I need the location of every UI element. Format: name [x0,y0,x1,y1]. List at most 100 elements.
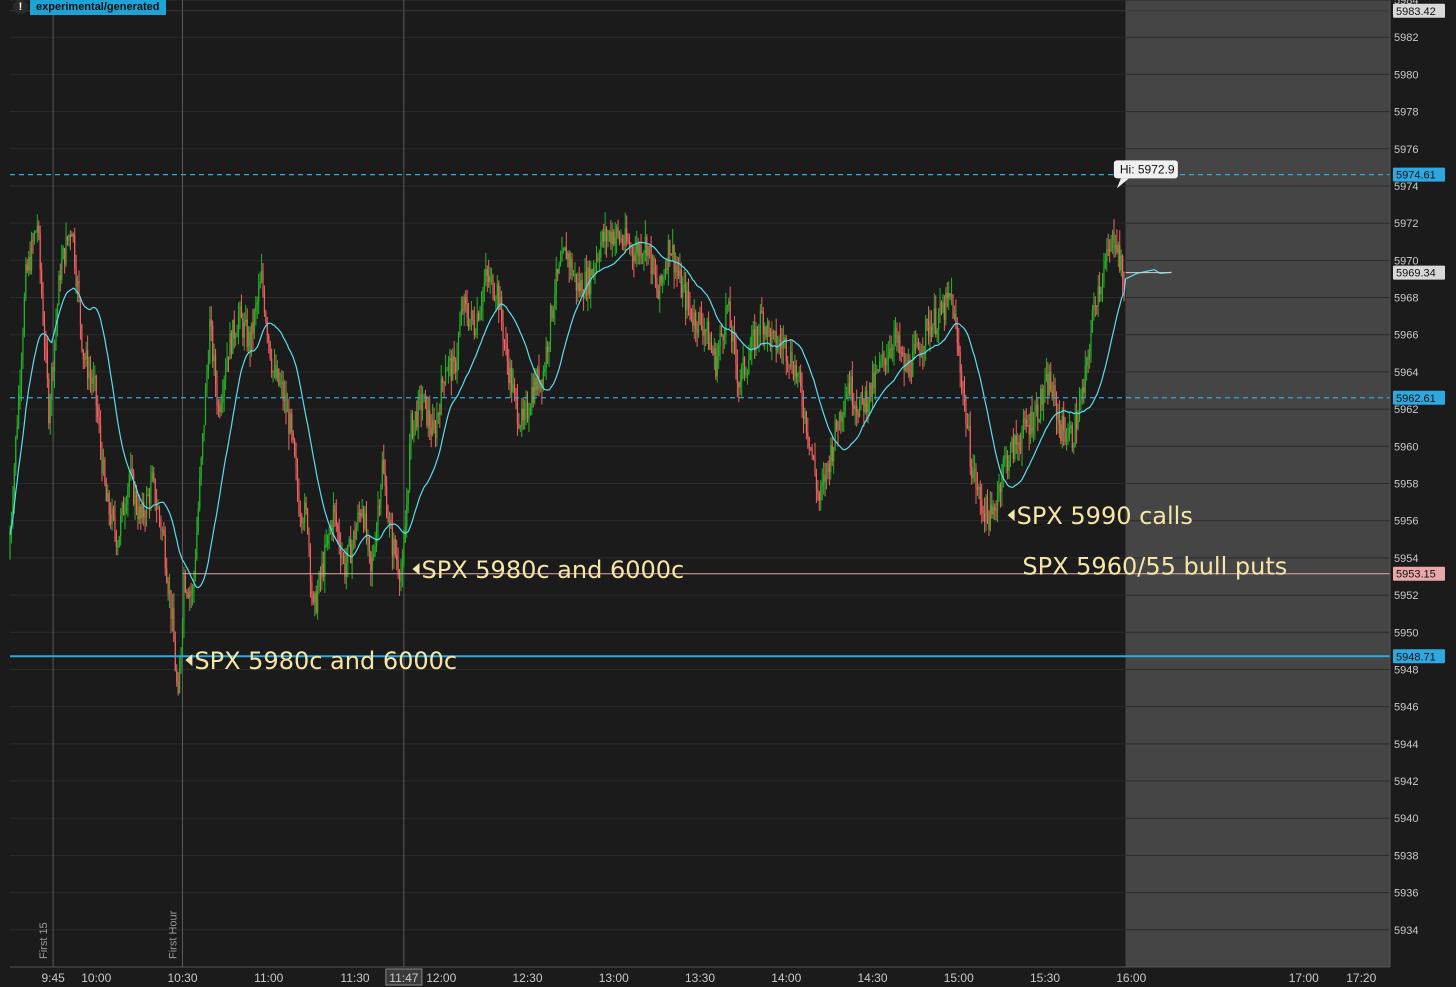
candle-body [306,509,309,532]
candle-body [981,499,983,512]
candle-body [1096,305,1098,307]
candle-body [961,372,963,390]
candle-body [157,507,159,509]
candle-body [327,534,329,545]
candle-body [850,376,852,395]
candle-body [662,276,664,283]
y-tick-label: 5958 [1394,479,1418,491]
candle-body [959,352,961,373]
candle-body [144,516,146,518]
candle-body [386,485,388,517]
y-tick-label: 5960 [1394,441,1418,453]
candle-body [663,276,665,278]
candle-body [1070,425,1072,429]
candle-body [173,608,175,642]
candle-body [913,344,915,351]
candle-body [1076,413,1078,430]
candle-body [145,494,148,518]
candle-body [614,237,616,245]
candle-body [938,313,940,331]
candle-body [591,269,593,276]
candle-body [485,269,487,283]
candle-body [318,573,320,591]
candle-body [120,515,122,537]
candle-body [248,331,250,347]
candle-body [1067,438,1069,440]
candle-body [772,331,774,333]
candle-body [364,513,366,529]
candle-body [746,373,749,375]
candle-body [216,383,218,405]
candle-body [568,253,570,268]
candle-body [434,429,437,439]
candle-body [486,269,488,276]
y-tick-label: 5974 [1394,181,1418,193]
candle-body [860,392,862,407]
candle-body [285,395,287,413]
candle-body [720,333,723,336]
candle-body [927,319,930,336]
candle-body [265,312,267,322]
candle-body [1119,245,1121,271]
candle-body [375,525,378,547]
candle-body [26,264,28,271]
candle-body [565,247,567,260]
candle-body [706,321,708,331]
candle-body [463,297,465,311]
candle-body [1050,372,1052,391]
candle-body [969,426,971,467]
candle-body [160,519,162,532]
candle-body [38,225,40,233]
candle-body [1063,415,1065,430]
x-tick-label: 15:30 [1030,971,1060,985]
candle-body [831,445,833,462]
candle-body [199,478,201,509]
candle-body [768,321,770,330]
candle-body [672,245,674,255]
candle-body [886,358,888,365]
candle-body [718,345,720,357]
candle-body [903,352,905,371]
candle-body [611,231,613,244]
candle-body [968,426,970,428]
candle-body [286,409,289,413]
candle-body [207,363,209,373]
candle-body [309,546,312,582]
candle-body [1053,385,1055,399]
candle-body [1021,434,1023,451]
candle-body [935,308,937,335]
candle-body [411,413,414,437]
candle-body [620,238,622,241]
x-tick-label: 9:45 [41,971,65,985]
alert-icon[interactable]: ! [13,0,28,14]
candle-body [383,460,385,474]
candle-body [1014,435,1016,460]
candle-body [896,328,898,343]
candle-body [976,488,979,490]
candle-body [133,472,135,504]
candle-body [1083,387,1085,393]
candle-body [48,378,50,424]
candle-body [363,509,365,529]
trade-annotation: SPX 5960/55 bull puts [1022,552,1287,580]
candle-body [558,264,560,274]
candle-body [948,293,950,299]
candle-body [726,304,728,308]
candle-body [298,490,300,515]
candle-body [62,248,64,260]
candle-body [998,484,1000,497]
candle-body [387,516,389,522]
candle-body [377,506,379,526]
candle-body [1019,448,1022,451]
candle-body [797,373,799,377]
candle-body [52,367,54,372]
candle-body [158,507,161,520]
candle-body [673,245,675,273]
candle-body [229,333,231,360]
candle-body [467,317,470,328]
candle-body [810,447,812,449]
candle-body [742,357,744,366]
candle-body [984,512,986,523]
candle-body [156,505,158,509]
candle-body [696,328,698,334]
